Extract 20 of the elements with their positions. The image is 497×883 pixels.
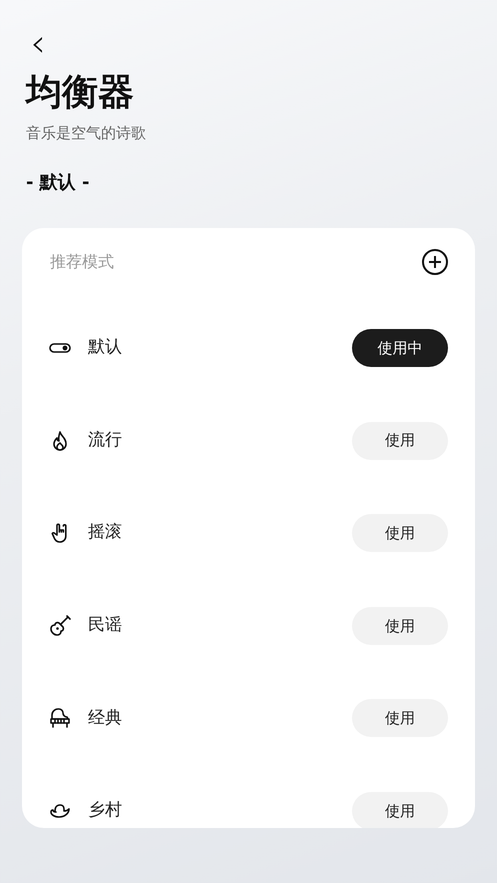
use-button[interactable]: 使用中 [352,328,448,367]
add-icon[interactable] [421,248,449,276]
subtitle: 音乐是空气的诗歌 [26,123,147,144]
use-button[interactable]: 使用 [352,699,448,738]
use-button[interactable]: 使用 [352,514,448,552]
guitar-icon [48,614,72,638]
piano-icon [48,706,72,730]
mode-label: 默认 [88,336,123,360]
mode-label: 乡村 [88,799,123,822]
section-heading: 推荐模式 [50,250,114,273]
use-button[interactable]: 使用 [352,422,448,460]
mode-label: 经典 [88,706,123,730]
use-button[interactable]: 使用 [352,606,448,645]
back-button[interactable]: ‹ [26,24,50,60]
mode-label: 流行 [88,428,123,452]
current-mode-label: - 默认 - [26,170,90,195]
mode-label: 摇滚 [88,521,123,544]
use-button[interactable]: 使用 [352,792,448,828]
page-title: 均衡器 [26,71,135,114]
mode-label: 民谣 [88,614,123,638]
